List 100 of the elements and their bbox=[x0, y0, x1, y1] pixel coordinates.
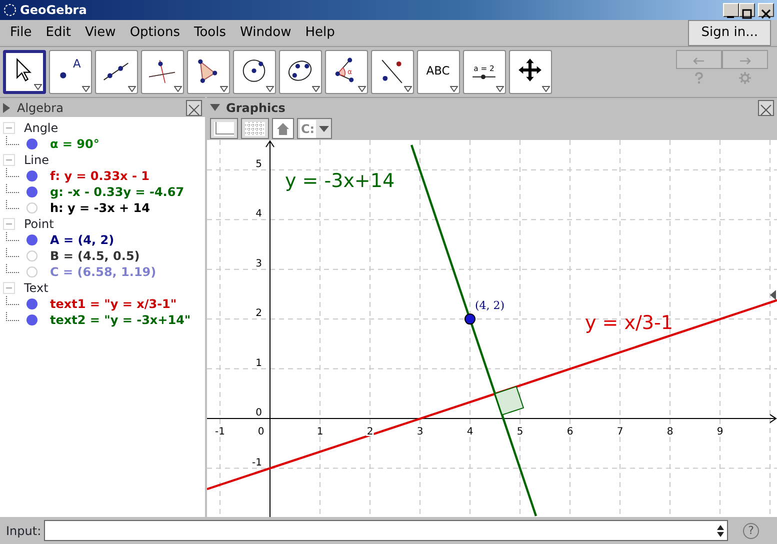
category-label[interactable]: Line bbox=[24, 152, 50, 168]
tree-line bbox=[6, 296, 20, 305]
input-field[interactable] bbox=[44, 520, 728, 541]
tree-line bbox=[6, 168, 20, 177]
point-tool-button[interactable]: A bbox=[49, 50, 92, 94]
text-tool-button[interactable]: ABC bbox=[417, 50, 460, 94]
dropdown-triangle-icon bbox=[220, 86, 228, 92]
dropdown-triangle-icon bbox=[450, 86, 458, 92]
menu-item[interactable]: Tools bbox=[186, 21, 234, 45]
dropdown-triangle-icon bbox=[266, 86, 274, 92]
menu-item[interactable]: Help bbox=[298, 21, 342, 45]
equation-label[interactable]: y = -3x+14 bbox=[285, 170, 395, 192]
tick-label: 4 bbox=[466, 426, 474, 438]
visibility-dot-icon[interactable] bbox=[26, 314, 38, 326]
tick-label: 4 bbox=[256, 208, 262, 220]
tick-label: 3 bbox=[256, 258, 262, 270]
object-definition[interactable]: C = (6.58, 1.19) bbox=[50, 264, 156, 280]
function-line[interactable] bbox=[207, 299, 777, 490]
close-panel-button[interactable] bbox=[758, 100, 774, 116]
perpendicular-tool-button[interactable] bbox=[141, 50, 184, 94]
slider-tool-button[interactable]: a = 2 bbox=[463, 50, 506, 94]
tick-label: 8 bbox=[666, 426, 674, 438]
tree-line bbox=[6, 264, 20, 273]
category-label[interactable]: Point bbox=[24, 216, 54, 232]
dropdown-triangle-icon bbox=[128, 86, 136, 92]
hidden-dot-icon[interactable] bbox=[26, 266, 38, 278]
hidden-dot-icon[interactable] bbox=[26, 202, 38, 214]
spinner-arrows-icon[interactable] bbox=[717, 524, 724, 536]
object-definition[interactable]: g: -x - 0.33y = -4.67 bbox=[50, 184, 184, 200]
tick-label: 5 bbox=[516, 426, 524, 438]
object-definition[interactable]: text1 = "y = x/3-1" bbox=[50, 296, 177, 312]
tick-label: 0 bbox=[258, 426, 264, 438]
dropdown-triangle-icon bbox=[318, 126, 329, 132]
conic-tool-button[interactable] bbox=[279, 50, 322, 94]
sign-in-button[interactable]: Sign in... bbox=[688, 20, 771, 46]
visibility-dot-icon[interactable] bbox=[26, 170, 38, 182]
menu-item[interactable]: View bbox=[78, 21, 123, 45]
menu-item[interactable]: Options bbox=[122, 21, 187, 45]
tree-line bbox=[6, 200, 20, 209]
point-label[interactable]: (4, 2) bbox=[475, 299, 505, 312]
reflect-tool-button[interactable] bbox=[371, 50, 414, 94]
home-icon bbox=[275, 121, 291, 138]
visibility-dot-icon[interactable] bbox=[26, 186, 38, 198]
close-button[interactable] bbox=[758, 3, 774, 17]
move-view-tool-button[interactable] bbox=[509, 50, 552, 94]
object-definition[interactable]: text2 = "y = -3x+14" bbox=[50, 312, 191, 328]
help-button[interactable]: ? bbox=[743, 522, 759, 538]
polygon-tool-button[interactable] bbox=[187, 50, 230, 94]
tick-label: 6 bbox=[566, 426, 574, 438]
dropdown-triangle-icon bbox=[542, 86, 550, 92]
tick-label: -1 bbox=[215, 426, 225, 438]
dropdown-triangle-icon bbox=[312, 86, 320, 92]
maximize-button[interactable] bbox=[739, 3, 755, 17]
line-tool-button[interactable] bbox=[95, 50, 138, 94]
circle-tool-button[interactable] bbox=[233, 50, 276, 94]
object-definition[interactable]: B = (4.5, 0.5) bbox=[50, 248, 140, 264]
dropdown-triangle-icon bbox=[174, 86, 182, 92]
collapse-triangle-icon[interactable] bbox=[210, 104, 220, 112]
tick-label: 2 bbox=[256, 308, 262, 320]
point-marker[interactable] bbox=[464, 314, 476, 325]
tick-label: 9 bbox=[716, 426, 724, 438]
object-definition[interactable]: f: y = 0.33x - 1 bbox=[50, 168, 150, 184]
tick-label: 1 bbox=[316, 426, 324, 438]
visibility-dot-icon[interactable] bbox=[26, 234, 38, 246]
minimize-button[interactable] bbox=[723, 3, 739, 17]
tree-line bbox=[6, 312, 20, 321]
object-definition[interactable]: A = (4, 2) bbox=[50, 232, 114, 248]
menu-item[interactable]: Window bbox=[233, 21, 298, 45]
equation-label[interactable]: y = x/3-1 bbox=[585, 312, 673, 334]
home-button[interactable] bbox=[272, 118, 294, 139]
expand-triangle-icon[interactable] bbox=[3, 102, 11, 112]
axes-toggle-button[interactable] bbox=[210, 118, 238, 139]
menu-item[interactable]: Edit bbox=[38, 21, 78, 45]
dropdown-triangle-icon bbox=[34, 84, 42, 90]
tree-line bbox=[6, 248, 20, 257]
hidden-dot-icon[interactable] bbox=[26, 250, 38, 262]
grid-toggle-button[interactable] bbox=[241, 118, 269, 139]
dropdown-triangle-icon bbox=[82, 86, 90, 92]
category-label[interactable]: Text bbox=[24, 280, 48, 296]
close-panel-button[interactable] bbox=[186, 100, 202, 116]
tick-label: -1 bbox=[252, 457, 262, 468]
app-logo-icon bbox=[3, 3, 17, 17]
function-line[interactable] bbox=[410, 144, 538, 516]
expand-triangle-icon[interactable] bbox=[770, 290, 776, 300]
point-capture-button[interactable]: C: bbox=[297, 118, 332, 139]
window-title: GeoGebra bbox=[20, 2, 87, 19]
category-label[interactable]: Angle bbox=[24, 120, 58, 136]
tick-label: 1 bbox=[256, 358, 262, 369]
visibility-dot-icon[interactable] bbox=[26, 138, 38, 150]
tree-line bbox=[6, 184, 20, 193]
dropdown-triangle-icon bbox=[404, 86, 412, 92]
tree-line bbox=[6, 136, 20, 145]
object-definition[interactable]: h: y = -3x + 14 bbox=[50, 200, 150, 216]
menu-item[interactable]: File bbox=[3, 21, 39, 45]
input-label: Input: bbox=[6, 522, 42, 540]
right-angle-mark[interactable] bbox=[494, 386, 524, 416]
visibility-dot-icon[interactable] bbox=[26, 298, 38, 310]
text-tool-icon: ABC bbox=[422, 54, 454, 86]
move-tool-button[interactable] bbox=[3, 50, 46, 94]
object-definition[interactable]: α = 90° bbox=[50, 136, 100, 152]
